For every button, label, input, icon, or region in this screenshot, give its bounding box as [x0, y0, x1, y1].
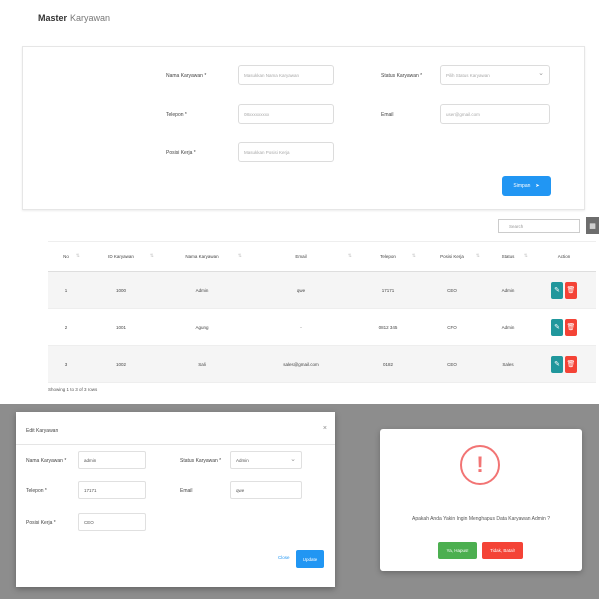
telepon-label: Telepon * [166, 112, 187, 118]
edit-modal: Edit Karyawan × [16, 412, 335, 587]
send-icon: ➤ [535, 183, 540, 189]
telepon-input[interactable]: 08xxxxxxxxx [238, 104, 334, 124]
table-row: 2 1001 Agung -0812 345 CFO Admin ✎ 🗑 [48, 308, 596, 346]
edit-email-input[interactable]: qwe [230, 481, 302, 499]
nama-label: Nama Karyawan * [166, 73, 207, 79]
edit-status-value: Admin [236, 458, 249, 463]
page-title-main: Master [38, 13, 68, 23]
save-button[interactable]: Simpan ➤ [502, 176, 551, 196]
table-header-row: No ⇅ ID Karyawan ⇅ Nama Karyawan ⇅ Email ⇅ T… [48, 241, 596, 272]
edit-button[interactable]: ✎ [551, 281, 563, 299]
delete-button[interactable]: 🗑 [565, 355, 577, 373]
edit-status-select[interactable]: Admin [230, 451, 302, 469]
th-action: Action [532, 241, 596, 272]
th-posisi[interactable]: Posisi Kerja ⇅ [420, 241, 484, 272]
edit-status-label: Status Karyawan * [180, 458, 222, 464]
posisi-label: Posisi Kerja * [166, 150, 196, 156]
warning-icon: ! [460, 445, 500, 485]
th-status[interactable]: Status ⇅ [484, 241, 532, 272]
save-button-label: Simpan [513, 183, 531, 189]
status-select-value: Pilih Status Karyawan [446, 73, 490, 78]
edit-telepon-label: Telepon * [26, 488, 47, 494]
email-label: Email [381, 112, 394, 118]
edit-telepon-input[interactable]: 17171 [78, 481, 146, 499]
page-title-sub: Karyawan [70, 13, 111, 23]
edit-nama-input[interactable]: admin [78, 451, 146, 469]
email-input[interactable]: user@gmail.com [440, 104, 550, 124]
posisi-input[interactable]: Masukkan Posisi Kerja [238, 142, 334, 162]
nama-input[interactable]: Masukkan Nama Karyawan [238, 65, 334, 85]
table-footer: Showing 1 to 3 of 3 rows [48, 387, 98, 392]
edit-posisi-label: Posisi Kerja * [26, 520, 56, 526]
cancel-delete-button[interactable]: Tidak, Batal! [482, 542, 523, 559]
th-email[interactable]: Email ⇅ [246, 241, 356, 272]
confirm-message: Apakah Anda Yakin Ingin Menghapus Data K… [412, 516, 550, 522]
status-select[interactable]: Pilih Status Karyawan [440, 65, 550, 85]
karyawan-table: No ⇅ ID Karyawan ⇅ Nama Karyawan ⇅ Email ⇅ T… [48, 241, 596, 383]
page-title: Master Karyawan [38, 13, 110, 23]
table-row: 1 1000 Admin qwe 17171 CEO Admin ✎ 🗑 [48, 271, 596, 309]
th-id[interactable]: ID Karyawan ⇅ [84, 241, 158, 272]
grid-icon: ▦ [589, 222, 596, 230]
delete-button[interactable]: 🗑 [565, 281, 577, 299]
th-nama[interactable]: Nama Karyawan ⇅ [158, 241, 246, 272]
edit-modal-divider [16, 444, 335, 445]
th-no[interactable]: No ⇅ [48, 241, 84, 272]
th-telepon[interactable]: Telepon ⇅ [356, 241, 420, 272]
edit-button[interactable]: ✎ [551, 355, 563, 373]
confirm-delete-button[interactable]: Ya, Hapus! [438, 542, 477, 559]
edit-nama-label: Nama Karyawan * [26, 458, 67, 464]
update-button[interactable]: Update [296, 550, 324, 568]
edit-modal-title: Edit Karyawan [26, 428, 59, 434]
edit-email-label: Email [180, 488, 193, 494]
search-button[interactable]: ▦ [586, 217, 599, 234]
table-row: 3 1002 Sali sales@gmail.com 0182 CEO Sales ✎ 🗑 [48, 345, 596, 383]
status-label: Status Karyawan * [381, 73, 423, 79]
edit-posisi-input[interactable]: CEO [78, 513, 146, 531]
search-input[interactable]: Search [498, 219, 580, 233]
close-icon[interactable]: × [323, 425, 327, 432]
edit-button[interactable]: ✎ [551, 318, 563, 336]
delete-button[interactable]: 🗑 [565, 318, 577, 336]
close-button[interactable]: Close [278, 555, 290, 560]
